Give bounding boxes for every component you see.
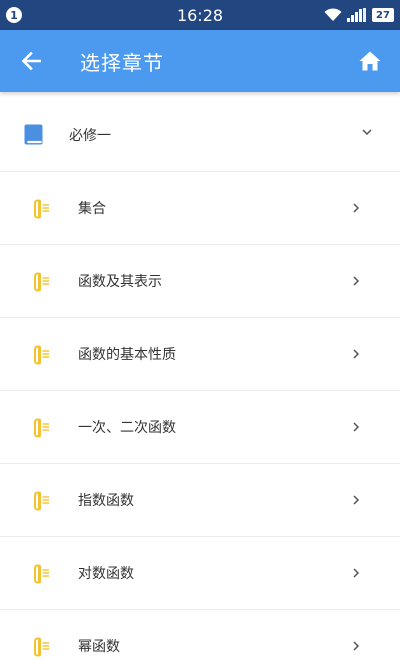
chapter-item[interactable]: 集合	[0, 172, 400, 245]
chapter-icon	[34, 272, 49, 292]
chapter-item[interactable]: 函数及其表示	[0, 245, 400, 318]
chapter-item[interactable]: 函数的基本性质	[0, 318, 400, 391]
chapter-item[interactable]: 一次、二次函数	[0, 391, 400, 464]
chapter-label: 函数的基本性质	[78, 347, 176, 363]
chevron-right-icon	[353, 568, 360, 578]
chapter-item[interactable]: 指数函数	[0, 464, 400, 537]
chapter-item[interactable]: 幂函数	[0, 610, 400, 660]
chapter-icon	[34, 345, 49, 365]
chapter-icon	[34, 564, 49, 584]
chapter-label: 指数函数	[78, 493, 134, 509]
chapter-icon	[34, 637, 49, 657]
status-time: 16:28	[176, 6, 224, 25]
chapter-list: 必修一 集合 函数及其表示 函数的基本性质 一次、二次函数 指数函数 对数函数 …	[0, 98, 400, 660]
arrow-left-icon	[21, 52, 41, 70]
chapter-label: 集合	[78, 201, 106, 217]
volume-row[interactable]: 必修一	[0, 98, 400, 172]
app-bar: 选择章节	[0, 30, 400, 92]
chevron-right-icon	[353, 203, 360, 213]
chapter-label: 一次、二次函数	[78, 420, 176, 436]
chevron-down-icon	[362, 129, 372, 136]
home-button[interactable]	[348, 39, 392, 83]
chevron-right-icon	[353, 495, 360, 505]
chapter-icon	[34, 418, 49, 438]
chapter-icon	[34, 491, 49, 511]
battery-icon: 27	[372, 8, 394, 22]
status-bar: 1 16:28 27	[0, 0, 400, 30]
chapter-label: 幂函数	[78, 639, 120, 655]
chevron-right-icon	[353, 276, 360, 286]
book-icon	[24, 124, 43, 145]
home-icon	[359, 51, 381, 71]
chapter-icon	[34, 199, 49, 219]
back-button[interactable]	[0, 30, 62, 92]
chapter-label: 函数及其表示	[78, 274, 162, 290]
volume-label: 必修一	[69, 127, 111, 144]
chevron-right-icon	[353, 641, 360, 651]
chevron-right-icon	[353, 349, 360, 359]
page-title: 选择章节	[80, 50, 164, 75]
chapter-item[interactable]: 对数函数	[0, 537, 400, 610]
chevron-right-icon	[353, 422, 360, 432]
chapter-label: 对数函数	[78, 566, 134, 582]
